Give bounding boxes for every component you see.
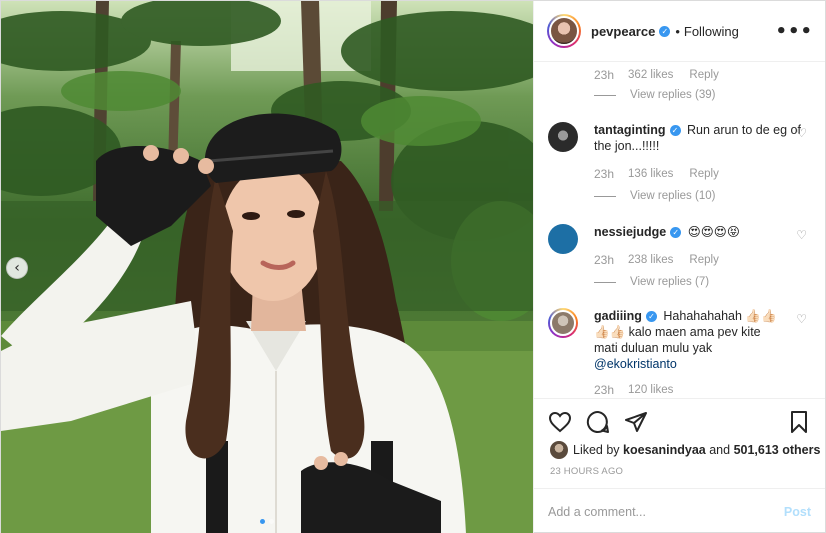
comment-likes[interactable]: 362 likes (628, 69, 673, 81)
add-comment-bar: Post (534, 488, 825, 533)
comment-time: 23h (594, 253, 615, 267)
reply-button[interactable]: Reply (689, 166, 718, 182)
comment-likes[interactable]: 120 likes (628, 382, 673, 398)
commenter-username[interactable]: nessiejudge (594, 225, 666, 239)
comment-time: 23h (594, 68, 615, 82)
carousel-dot (269, 519, 274, 524)
more-options-icon[interactable]: ••• (775, 21, 813, 42)
carousel-dot (260, 519, 265, 524)
likes-count-link[interactable]: 501,613 others (734, 443, 821, 457)
carousel-dots (1, 519, 533, 524)
comment-item: tantaginting ✓ Run arun to de eg of the j… (548, 122, 811, 204)
comment-likes[interactable]: 238 likes (628, 252, 673, 268)
save-bookmark-icon[interactable] (787, 410, 811, 434)
like-comment-heart-icon[interactable]: ♡ (796, 312, 807, 326)
commenter-username[interactable]: gadiiing (594, 309, 642, 323)
comment-meta: 23h 362 likes Reply (594, 68, 719, 82)
add-comment-input[interactable] (548, 504, 784, 519)
comment-text: mati duluan mulu yak (594, 341, 713, 355)
view-replies-button[interactable]: View replies (39) (594, 89, 715, 101)
like-comment-heart-icon[interactable]: ♡ (796, 126, 807, 140)
share-paper-plane-icon[interactable] (624, 410, 648, 434)
verified-badge-icon: ✓ (659, 25, 671, 37)
reply-button[interactable]: Reply (689, 252, 718, 268)
post-modal: ‹ pevpearce ✓ • Following ••• 23h 362 li… (0, 0, 826, 533)
view-replies-button[interactable]: View replies (7) (594, 274, 811, 290)
post-timestamp[interactable]: 23 HOURS AGO (550, 466, 623, 477)
post-actions: Liked by koesanindyaa and 501,613 others… (534, 398, 825, 533)
comment-bubble-icon[interactable] (586, 410, 610, 434)
verified-badge-icon: ✓ (670, 227, 682, 239)
comment-likes[interactable]: 136 likes (628, 166, 673, 182)
comment-item: gadiiing ✓ Hahahahahah 👍🏻👍🏻 👍🏻👍🏻 kalo mae… (548, 308, 811, 398)
view-replies-button[interactable]: View replies (10) (594, 188, 811, 204)
liked-by-prefix: Liked by (573, 443, 620, 457)
post-comment-button[interactable]: Post (784, 505, 811, 519)
commenter-avatar[interactable] (548, 224, 578, 254)
comment-time: 23h (594, 167, 615, 181)
liker-avatar[interactable] (550, 441, 568, 459)
liked-by-connector: and (709, 443, 731, 457)
comment-time: 23h (594, 383, 615, 397)
comment-item: nessiejudge ✓ 😍😍😍😝 23h 238 likes Reply Vi… (548, 224, 811, 290)
commenter-username[interactable]: tantaginting (594, 123, 666, 137)
comments-list[interactable]: 23h 362 likes Reply View replies (39) ta… (534, 62, 825, 398)
post-side-panel: pevpearce ✓ • Following ••• 23h 362 like… (533, 1, 825, 533)
action-icons (548, 409, 811, 435)
verified-badge-icon: ✓ (669, 125, 681, 137)
comment-mention-link[interactable]: @ekokristianto (594, 356, 811, 372)
reply-button[interactable]: Reply (689, 69, 718, 81)
comment-text: 😍😍😍😝 (687, 225, 740, 239)
commenter-avatar[interactable] (548, 308, 578, 338)
following-button[interactable]: Following (684, 24, 739, 39)
commenter-avatar[interactable] (548, 122, 578, 152)
post-header: pevpearce ✓ • Following ••• (534, 1, 825, 62)
post-photo[interactable]: ‹ (1, 1, 533, 533)
carousel-prev-button[interactable]: ‹ (6, 257, 28, 279)
comment-text: 👍🏻👍🏻 kalo maen ama pev kite (594, 325, 761, 339)
comment-text: Hahahahahah 👍🏻👍🏻 (663, 309, 777, 323)
verified-badge-icon: ✓ (645, 311, 657, 323)
like-heart-icon[interactable] (548, 410, 572, 434)
liker-username[interactable]: koesanindyaa (623, 443, 706, 457)
photo-illustration (1, 1, 533, 533)
author-username[interactable]: pevpearce (591, 24, 655, 39)
header-separator: • (675, 23, 680, 39)
author-avatar[interactable] (547, 14, 581, 48)
like-comment-heart-icon[interactable]: ♡ (796, 228, 807, 242)
liked-by-line: Liked by koesanindyaa and 501,613 others (550, 441, 820, 459)
